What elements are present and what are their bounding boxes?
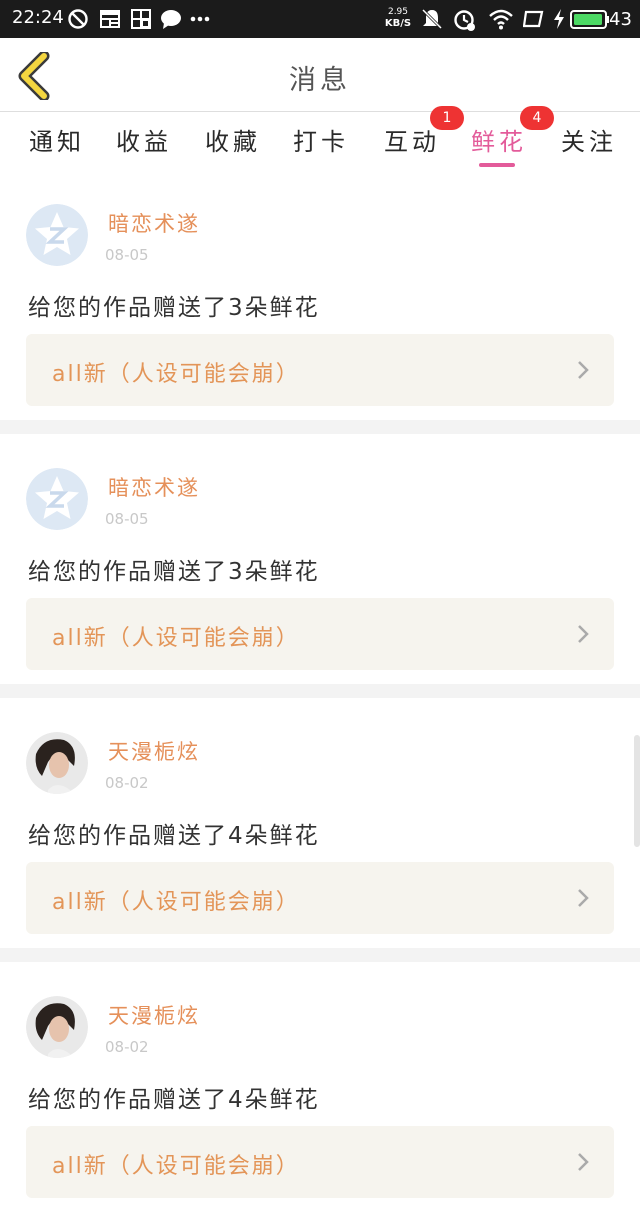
work-title: all新（人设可能会崩） (52, 362, 300, 387)
work-title: all新（人设可能会崩） (52, 626, 300, 651)
work-link[interactable]: all新（人设可能会崩） (26, 598, 614, 670)
work-title: all新（人设可能会崩） (52, 1154, 300, 1179)
sender-name[interactable]: 暗恋术遂 (108, 472, 200, 502)
chevron-right-icon (578, 361, 589, 379)
status-bar: 22:24 2.95 KB/S 43 (0, 0, 640, 38)
screen-icon (523, 10, 544, 28)
status-time: 22:24 (12, 7, 64, 28)
message-text: 给您的作品赠送了3朵鲜花 (28, 559, 320, 585)
charging-icon (554, 9, 564, 29)
alarm-icon (454, 10, 475, 31)
message-item: 天漫栀炫 08-02 给您的作品赠送了4朵鲜花 all新（人设可能会崩） (0, 698, 640, 944)
work-link[interactable]: all新（人设可能会崩） (26, 862, 614, 934)
portrait-avatar-icon (26, 996, 88, 1058)
scrollbar[interactable] (634, 735, 640, 847)
tab-income[interactable]: 收益 (116, 122, 172, 157)
avatar[interactable] (26, 732, 88, 794)
message-text: 给您的作品赠送了4朵鲜花 (28, 823, 320, 849)
qq-default-avatar-icon (26, 468, 88, 530)
more-icon (190, 16, 210, 22)
flowers-badge: 4 (520, 106, 554, 130)
battery-level: 43 (609, 9, 632, 30)
message-item: 天漫栀炫 08-02 给您的作品赠送了4朵鲜花 all新（人设可能会崩） (0, 962, 640, 1208)
qq-default-avatar-icon (26, 204, 88, 266)
message-date: 08-02 (105, 774, 149, 792)
message-date: 08-05 (105, 510, 149, 528)
message-date: 08-02 (105, 1038, 149, 1056)
do-not-disturb-icon (68, 9, 88, 29)
network-speed: 2.95 KB/S (383, 7, 413, 29)
sender-name[interactable]: 暗恋术遂 (108, 208, 200, 238)
chevron-right-icon (578, 625, 589, 643)
avatar[interactable] (26, 204, 88, 266)
chat-icon (161, 10, 181, 29)
battery-icon (570, 10, 609, 29)
portrait-avatar-icon (26, 732, 88, 794)
message-date: 08-05 (105, 246, 149, 264)
message-text: 给您的作品赠送了4朵鲜花 (28, 1087, 320, 1113)
work-title: all新（人设可能会崩） (52, 890, 300, 915)
page-title: 消息 (289, 65, 351, 96)
avatar[interactable] (26, 468, 88, 530)
mute-icon (421, 8, 443, 30)
sender-name[interactable]: 天漫栀炫 (108, 1000, 200, 1030)
message-text: 给您的作品赠送了3朵鲜花 (28, 295, 320, 321)
sender-name[interactable]: 天漫栀炫 (108, 736, 200, 766)
tab-checkin[interactable]: 打卡 (293, 122, 349, 157)
tab-follow[interactable]: 关注 (561, 122, 617, 157)
chevron-right-icon (578, 889, 589, 907)
wifi-icon (489, 9, 513, 30)
message-item: 暗恋术遂 08-05 给您的作品赠送了3朵鲜花 all新（人设可能会崩） (0, 434, 640, 680)
message-item: 暗恋术遂 08-05 给您的作品赠送了3朵鲜花 all新（人设可能会崩） (0, 170, 640, 416)
tab-interaction[interactable]: 互动 (384, 122, 440, 157)
news-icon (100, 10, 120, 28)
tab-flowers[interactable]: 鲜花 (471, 122, 527, 157)
avatar[interactable] (26, 996, 88, 1058)
active-tab-indicator (479, 163, 515, 167)
chevron-right-icon (578, 1153, 589, 1171)
work-link[interactable]: all新（人设可能会崩） (26, 1126, 614, 1198)
work-link[interactable]: all新（人设可能会崩） (26, 334, 614, 406)
tab-favorites[interactable]: 收藏 (205, 122, 261, 157)
interaction-badge: 1 (430, 106, 464, 130)
tab-notice[interactable]: 通知 (29, 122, 85, 157)
net-speed-unit: KB/S (384, 18, 412, 29)
qr-icon (131, 9, 151, 29)
net-speed-value: 2.95 (387, 7, 409, 17)
nav-bar: 消息 (0, 38, 640, 112)
